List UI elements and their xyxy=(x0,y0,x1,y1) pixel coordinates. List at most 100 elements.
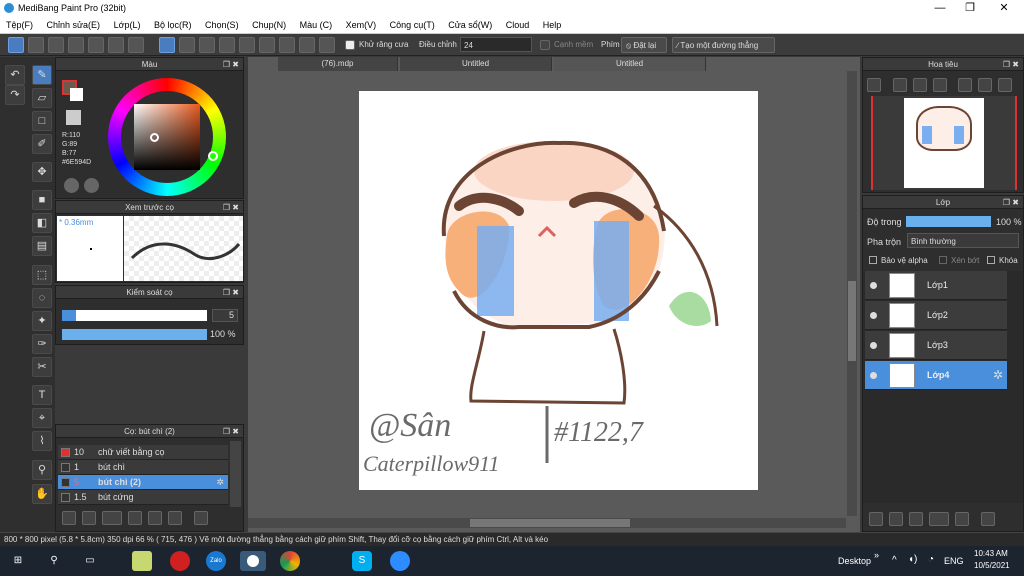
select-icon[interactable]: ⬚ xyxy=(32,265,52,285)
blend-mode-select[interactable]: Bình thường xyxy=(907,233,1019,248)
maximize-button[interactable]: ❐ xyxy=(956,1,984,16)
settings-snap-icon[interactable] xyxy=(319,37,335,53)
new-halftone-layer-icon[interactable] xyxy=(889,512,903,526)
layer-row[interactable]: Lớp1 xyxy=(865,271,1007,300)
menu-file[interactable]: Tệp(F) xyxy=(0,17,38,30)
trash-icon[interactable] xyxy=(194,511,208,525)
secondary-color-swatch[interactable] xyxy=(70,88,83,101)
panel-icon[interactable] xyxy=(108,37,124,53)
clock-time[interactable]: 10:43 AM xyxy=(974,549,1008,558)
protect-alpha-checkbox[interactable] xyxy=(869,256,877,264)
duplicate-layer-icon[interactable] xyxy=(981,512,995,526)
panel-close-icon[interactable]: ❐ ✖ xyxy=(1003,196,1019,209)
desktop-chevron-icon[interactable]: » xyxy=(874,550,879,560)
menu-filter[interactable]: Bộ lọc(R) xyxy=(148,17,197,30)
panel-close-icon[interactable]: ❐ ✖ xyxy=(223,425,239,438)
layer-row[interactable]: Lớp2 xyxy=(865,301,1007,330)
radial-snap-icon[interactable] xyxy=(239,37,255,53)
pen-tool-icon[interactable]: ✐ xyxy=(32,134,52,154)
gear-icon[interactable]: ✲ xyxy=(993,368,1003,382)
new-mono-layer-icon[interactable] xyxy=(909,512,923,526)
menu-snap[interactable]: Chụp(N) xyxy=(246,17,291,30)
brush-menu-icon[interactable] xyxy=(102,511,122,525)
brush-item[interactable]: 10 chữ viết bằng cọ xyxy=(58,445,228,460)
gear-icon[interactable]: ✲ xyxy=(216,475,224,490)
minimize-button[interactable]: — xyxy=(926,1,954,16)
drawing-canvas[interactable]: @Sân Caterpillow911 #1122,7 xyxy=(359,91,758,490)
rectangle-icon[interactable]: □ xyxy=(32,111,52,131)
saturation-square[interactable] xyxy=(134,104,200,170)
menu-color[interactable]: Màu (C) xyxy=(294,17,338,30)
windows-start-icon[interactable]: ⊞ xyxy=(8,551,28,571)
circle-snap-icon[interactable] xyxy=(259,37,275,53)
menu-edit[interactable]: Chỉnh sửa(E) xyxy=(41,17,106,30)
palette-icon[interactable] xyxy=(64,178,79,193)
dropper-icon[interactable]: ⌇ xyxy=(32,431,52,451)
copy-icon[interactable] xyxy=(168,511,182,525)
menu-layer[interactable]: Lớp(L) xyxy=(108,17,146,30)
language-indicator[interactable]: ENG xyxy=(944,556,964,566)
brush-settings-icon[interactable] xyxy=(128,511,142,525)
opacity-slider[interactable] xyxy=(62,329,207,340)
operation-icon[interactable]: ⌖ xyxy=(32,408,52,428)
share-icon[interactable] xyxy=(28,37,44,53)
zoom-out-icon[interactable] xyxy=(893,78,907,92)
zoom-in-icon[interactable] xyxy=(867,78,881,92)
adjust-select[interactable]: 24 xyxy=(460,37,532,52)
fill-rect-icon[interactable]: ■ xyxy=(32,190,52,210)
brush-size-slider[interactable] xyxy=(62,310,207,321)
lock-checkbox[interactable] xyxy=(987,256,995,264)
layer-row-selected[interactable]: Lớp4 ✲ xyxy=(865,361,1007,390)
menu-select[interactable]: Chọn(S) xyxy=(199,17,244,30)
chrome-icon[interactable] xyxy=(280,551,300,571)
task-view-icon[interactable]: ▭ xyxy=(80,551,100,571)
brush-item[interactable]: 1 bút chì xyxy=(58,460,228,475)
straight-line-button[interactable]: ∕ Tạo một đường thẳng xyxy=(672,37,775,53)
brush-item[interactable]: 1.5 bút cứng xyxy=(58,490,228,505)
color-set-icon[interactable] xyxy=(84,178,99,193)
reset-button[interactable]: ⦸ Đặt lại xyxy=(621,37,667,53)
network-icon[interactable]: ◔ xyxy=(928,554,934,565)
skype-icon[interactable]: S xyxy=(352,551,372,571)
hue-wheel[interactable] xyxy=(108,78,226,196)
zoom-icon[interactable] xyxy=(390,551,410,571)
menu-tools[interactable]: Công cụ(T) xyxy=(384,17,440,30)
undo-icon[interactable]: ↶ xyxy=(5,65,25,85)
layer-opacity-slider[interactable] xyxy=(906,216,991,227)
new-brush-icon[interactable] xyxy=(82,511,96,525)
move-icon[interactable]: ✥ xyxy=(32,162,52,182)
reset-view-icon[interactable] xyxy=(998,78,1012,92)
magic-wand-icon[interactable]: ✦ xyxy=(32,311,52,331)
panel-close-icon[interactable]: ❐ ✖ xyxy=(223,286,239,299)
hand-icon[interactable]: ✋ xyxy=(32,484,52,504)
cross-snap-icon[interactable] xyxy=(199,37,215,53)
menu-help[interactable]: Help xyxy=(537,17,567,30)
comment-icon[interactable] xyxy=(48,37,64,53)
plants-game-icon[interactable] xyxy=(132,551,152,571)
tray-arrow-icon[interactable]: ^ xyxy=(892,555,897,566)
visibility-icon[interactable] xyxy=(870,312,877,319)
snap-off-icon[interactable] xyxy=(159,37,175,53)
panel-close-icon[interactable]: ❐ ✖ xyxy=(1003,58,1019,71)
panel-close-icon[interactable]: ❐ ✖ xyxy=(223,201,239,214)
menu-view[interactable]: Xem(V) xyxy=(340,17,382,30)
grid-icon[interactable] xyxy=(128,37,144,53)
redo-icon[interactable]: ↷ xyxy=(5,85,25,105)
horizontal-scrollbar[interactable] xyxy=(248,518,846,528)
cloud-icon[interactable] xyxy=(8,37,24,53)
flip-icon[interactable] xyxy=(958,78,972,92)
brush-item-selected[interactable]: 5 bút chì (2) ✲ xyxy=(58,475,228,490)
medibang-taskbar-icon[interactable] xyxy=(240,551,266,571)
lasso-icon[interactable]: ◌ xyxy=(32,288,52,308)
navigator-preview[interactable] xyxy=(871,96,1017,190)
page-icon[interactable] xyxy=(88,37,104,53)
visibility-icon[interactable] xyxy=(870,342,877,349)
ellipse-snap-icon[interactable] xyxy=(299,37,315,53)
tab-76-mdp[interactable]: (76).mdp xyxy=(278,57,398,71)
folder-icon[interactable] xyxy=(148,511,162,525)
add-brush-icon[interactable] xyxy=(62,511,76,525)
visibility-icon[interactable] xyxy=(870,372,877,379)
eyedropper-icon[interactable]: ⚲ xyxy=(32,460,52,480)
panel-close-icon[interactable]: ❐ ✖ xyxy=(223,58,239,71)
select-eraser-icon[interactable]: ✂ xyxy=(32,357,52,377)
